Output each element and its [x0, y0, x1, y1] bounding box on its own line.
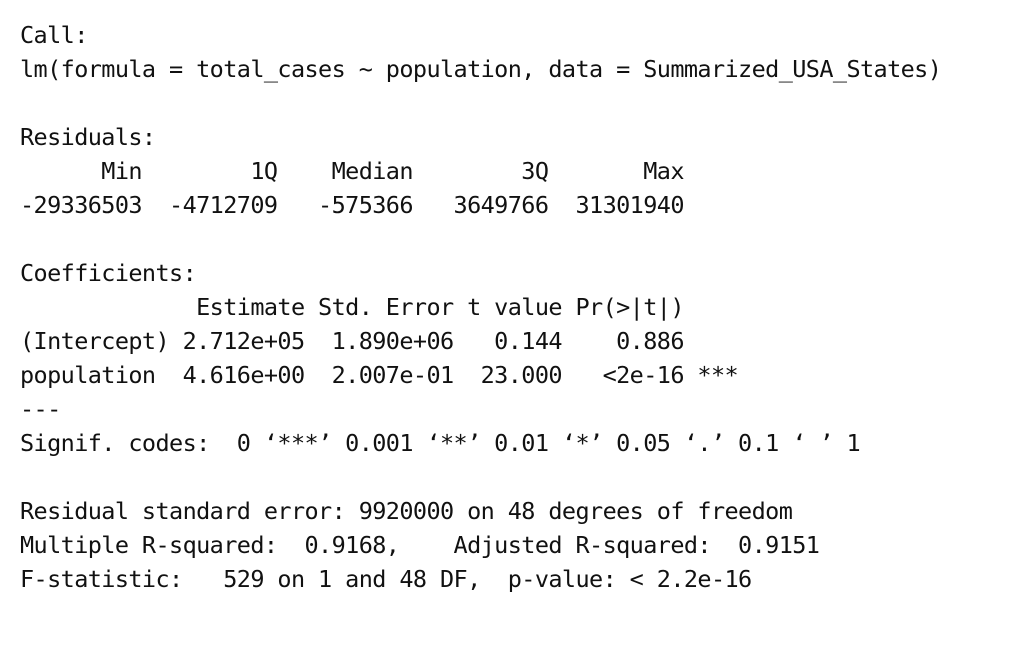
f-statistic-line: F-statistic: 529 on 1 and 48 DF, p-value… — [20, 565, 752, 593]
coefficient-row-intercept: (Intercept) 2.712e+05 1.890e+06 0.144 0.… — [20, 327, 739, 355]
residuals-quantile-values: -29336503 -4712709 -575366 3649766 31301… — [20, 191, 698, 219]
r-squared-line: Multiple R-squared: 0.9168, Adjusted R-s… — [20, 531, 833, 559]
residuals-header: Residuals: — [20, 123, 156, 151]
residual-std-error-line: Residual standard error: 9920000 on 48 d… — [20, 497, 793, 525]
coefficients-header: Coefficients: — [20, 259, 197, 287]
coefficient-row-population: population 4.616e+00 2.007e-01 23.000 <2… — [20, 361, 739, 389]
signif-codes-line: Signif. codes: 0 ‘***’ 0.001 ‘**’ 0.01 ‘… — [20, 429, 861, 457]
call-header: Call: — [20, 21, 88, 49]
separator-line: --- — [20, 395, 61, 423]
r-console-output: Call: lm(formula = total_cases ~ populat… — [20, 18, 1010, 596]
coefficients-column-header: Estimate Std. Error t value Pr(>|t|) — [20, 293, 739, 321]
residuals-quantile-labels: Min 1Q Median 3Q Max — [20, 157, 698, 185]
call-formula: lm(formula = total_cases ~ population, d… — [20, 55, 942, 83]
